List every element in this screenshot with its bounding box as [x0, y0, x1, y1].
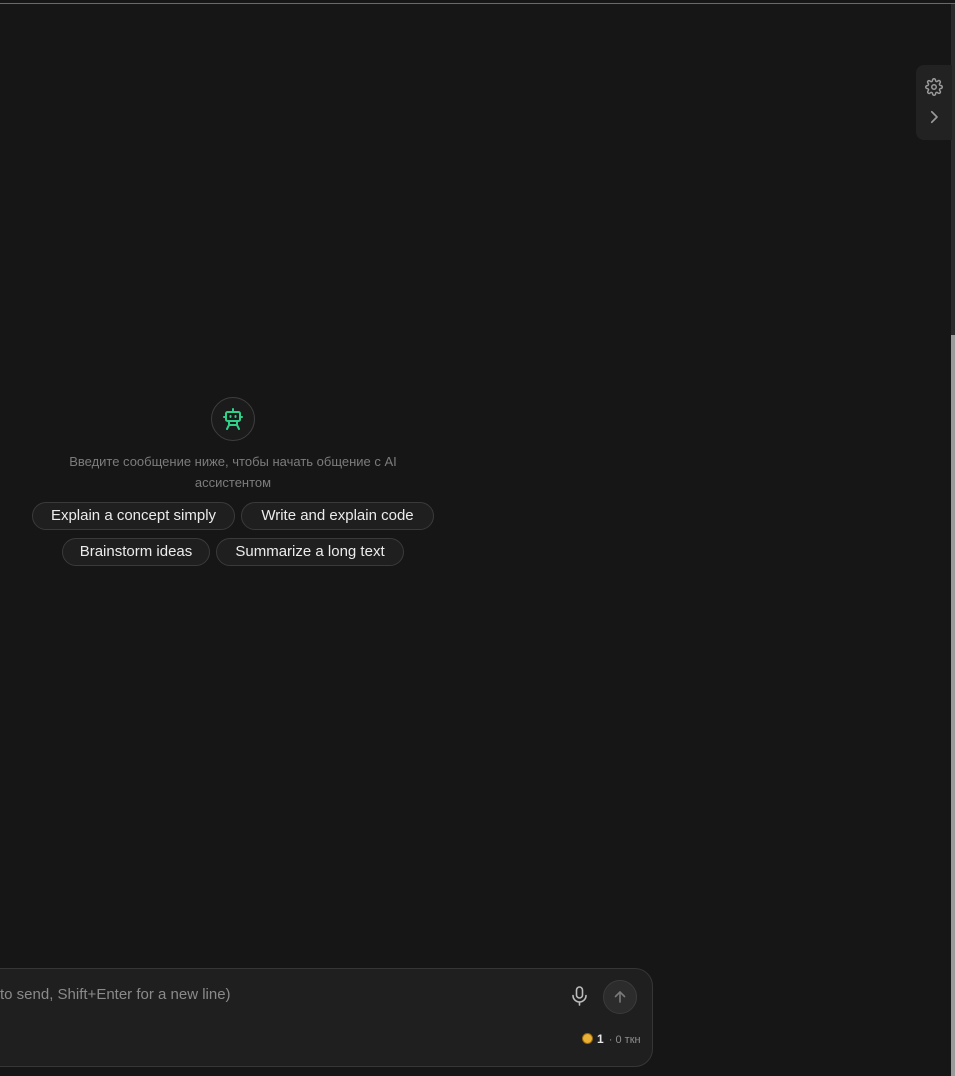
arrow-up-icon — [614, 991, 626, 1003]
chevron-right-icon[interactable] — [925, 108, 943, 126]
send-button[interactable] — [603, 980, 637, 1014]
token-count: 0 ткн — [615, 1034, 641, 1046]
hint-line-1: Введите сообщение ниже, чтобы начать общ… — [69, 454, 397, 469]
token-usage: 1 · 0 ткн — [582, 1031, 641, 1047]
empty-state-hint: Введите сообщение ниже, чтобы начать общ… — [40, 451, 426, 493]
token-separator: · — [608, 1034, 613, 1046]
coin-count: 1 — [597, 1032, 604, 1046]
gear-icon[interactable] — [925, 78, 943, 96]
suggestion-chip-summarize[interactable]: Summarize a long text — [216, 538, 404, 566]
side-panel-toggle — [916, 65, 952, 140]
message-input-placeholder[interactable]: to send, Shift+Enter for a new line) — [0, 986, 231, 1004]
assistant-avatar — [211, 397, 255, 441]
scrollbar-thumb[interactable] — [951, 335, 955, 1076]
coin-icon — [582, 1033, 593, 1044]
hint-line-2: ассистентом — [194, 475, 272, 490]
suggestion-chip-brainstorm[interactable]: Brainstorm ideas — [62, 538, 210, 566]
window-top-border — [0, 3, 955, 4]
robot-icon — [223, 408, 243, 430]
microphone-icon[interactable] — [571, 986, 588, 1006]
suggestion-chip-write-code[interactable]: Write and explain code — [241, 502, 434, 530]
suggestion-chip-explain-concept[interactable]: Explain a concept simply — [32, 502, 235, 530]
message-composer[interactable] — [0, 968, 653, 1067]
